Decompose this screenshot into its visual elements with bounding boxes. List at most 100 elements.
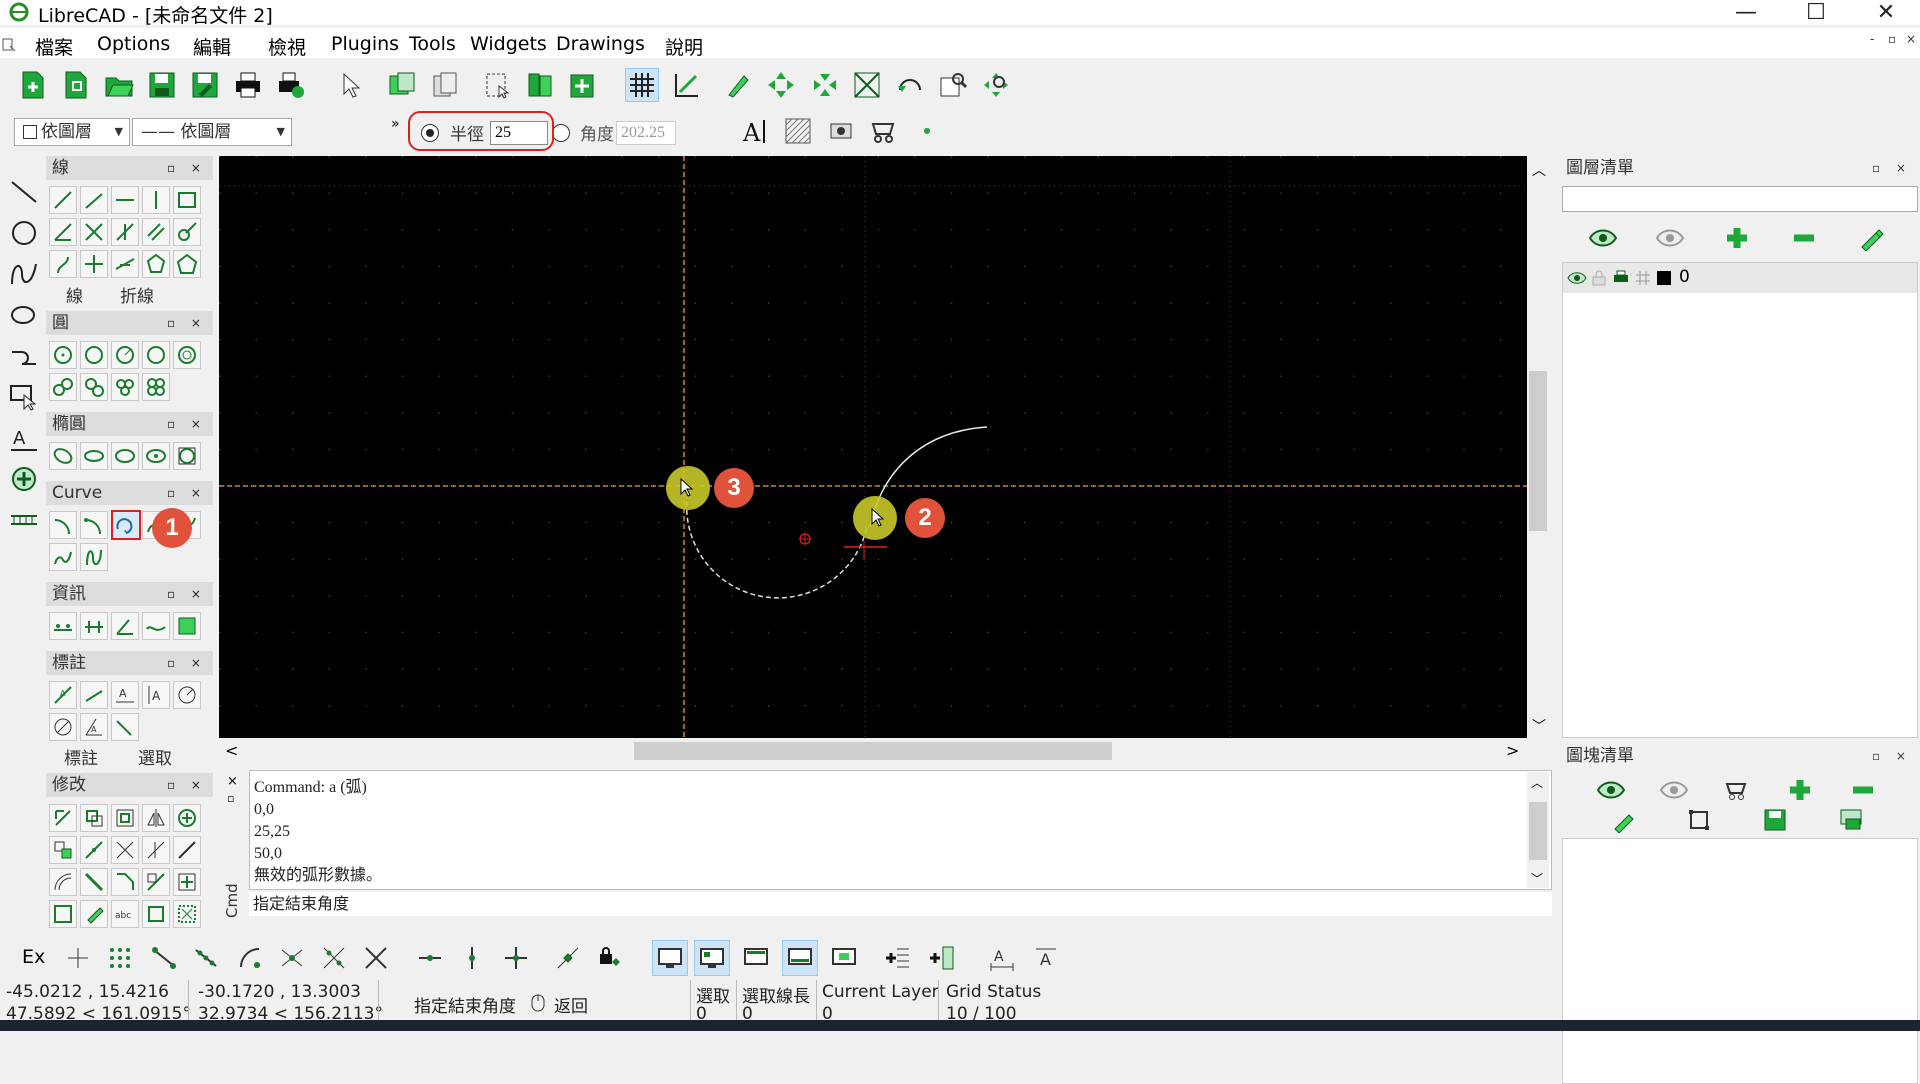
edit-layer-icon[interactable] [1851, 222, 1891, 254]
block-insert-icon[interactable] [566, 68, 600, 102]
panel-float-close-buttons[interactable]: ▫ × [167, 156, 207, 180]
remove-layer-icon[interactable] [1784, 222, 1824, 254]
panel-float-close-buttons[interactable]: ▫ × [167, 481, 207, 505]
insert-block-icon[interactable] [1831, 804, 1871, 836]
hide-all-layers-icon[interactable] [1650, 222, 1690, 254]
horizontal-scrollbar[interactable]: < > [219, 740, 1549, 762]
modify-fillet-icon[interactable] [142, 868, 170, 896]
menu-drawings[interactable]: Drawings [556, 33, 645, 55]
zoom-window-icon[interactable] [936, 68, 970, 102]
layer-visible-icon[interactable] [1567, 270, 1587, 286]
select-window-icon[interactable] [480, 68, 514, 102]
curve-category-icon[interactable] [6, 256, 42, 292]
panel-float-close-buttons[interactable]: ▫ × [1872, 156, 1912, 180]
dim-horizontal-icon[interactable]: A [111, 681, 139, 709]
point-tool-icon[interactable] [910, 114, 944, 148]
tab-polyline[interactable]: 折線 [120, 282, 154, 307]
dim-leader-icon[interactable] [111, 713, 139, 741]
zoom-auto-icon[interactable] [850, 68, 884, 102]
tab-dimension[interactable]: 標註 [64, 744, 98, 769]
remove-block-icon[interactable] [1843, 774, 1883, 806]
modify-rotate-icon[interactable] [80, 804, 108, 832]
circle-3points-icon[interactable] [111, 341, 139, 369]
save-icon[interactable] [145, 68, 179, 102]
line-cross-icon[interactable] [80, 250, 108, 278]
vertical-scrollbar[interactable]: ︿ ﹀ [1527, 156, 1549, 738]
modify-properties-icon[interactable] [49, 900, 77, 928]
line-horizontal-icon[interactable] [111, 186, 139, 214]
horizontal-scroll-thumb[interactable] [634, 742, 1112, 760]
polyline-category-icon[interactable] [6, 338, 42, 374]
modify-attributes-icon[interactable] [80, 900, 108, 928]
panel-float-close-buttons[interactable]: ▫ × [1872, 744, 1912, 768]
dim-angular-icon[interactable]: A [80, 713, 108, 741]
hatch-tool-icon[interactable] [781, 114, 815, 148]
drawing-canvas[interactable]: 3 2 [219, 156, 1527, 738]
print-icon[interactable] [231, 68, 265, 102]
menu-edit[interactable]: 編輯 [193, 33, 231, 60]
ellipse-axis-icon[interactable] [49, 442, 77, 470]
cut-icon[interactable] [385, 68, 419, 102]
restrict-vertical-icon[interactable] [454, 940, 490, 976]
arc-tangential-icon[interactable] [111, 510, 141, 540]
ellipse-arc-icon[interactable] [80, 442, 108, 470]
view-display-2-icon[interactable] [694, 940, 730, 976]
arc-center-icon[interactable] [49, 511, 77, 539]
view-display-icon[interactable] [652, 940, 688, 976]
vertical-scroll-thumb[interactable] [1529, 371, 1547, 531]
table-row[interactable]: 0 [1563, 263, 1917, 293]
toolbar-extension-button[interactable]: » [391, 116, 400, 132]
menu-options[interactable]: Options [97, 33, 170, 55]
angle-input[interactable]: 202.25 [616, 121, 676, 145]
menu-widgets[interactable]: Widgets [470, 33, 547, 55]
freehand-curve-icon[interactable] [49, 543, 77, 571]
add-block-icon[interactable] [1780, 774, 1820, 806]
command-dock-close-icon[interactable]: × [227, 774, 238, 789]
circle-tangent-icon[interactable] [173, 341, 201, 369]
circle-radius-icon[interactable] [142, 341, 170, 369]
circle-2points-icon[interactable] [80, 341, 108, 369]
modify-category-icon[interactable] [6, 461, 42, 497]
modify-bevel-icon[interactable] [80, 836, 108, 864]
color-combo[interactable]: 依圖層 ▼ [14, 118, 130, 146]
save-block-icon[interactable] [1755, 804, 1795, 836]
snap-endpoint-icon[interactable] [146, 940, 182, 976]
view-display-3-icon[interactable] [738, 940, 774, 976]
line-orthogonal-icon[interactable] [111, 218, 139, 246]
menu-help[interactable]: 說明 [665, 33, 703, 60]
layer-lock-icon[interactable] [1591, 270, 1607, 286]
modify-lengthen-icon[interactable] [173, 836, 201, 864]
menu-plugins[interactable]: Plugins [331, 33, 399, 55]
line-angle-icon[interactable] [80, 186, 108, 214]
modify-offset-icon[interactable] [49, 868, 77, 896]
linetype-combo[interactable]: —— 依圖層 ▼ [132, 118, 292, 146]
info-angle-icon[interactable] [111, 612, 139, 640]
copy-icon[interactable] [428, 68, 462, 102]
line-relative-angle-icon[interactable] [173, 218, 201, 246]
modify-delete-icon[interactable] [173, 900, 201, 928]
line-parallel-icon[interactable] [142, 218, 170, 246]
snap-grid-icon[interactable] [102, 940, 138, 976]
ellipse-foci-icon[interactable] [111, 442, 139, 470]
snap-on-entity-icon[interactable] [188, 940, 224, 976]
dim-radial-icon[interactable] [173, 681, 201, 709]
line-category-icon[interactable] [6, 174, 42, 210]
zoom-pan-icon[interactable] [979, 68, 1013, 102]
command-scrollbar[interactable]: ︿ ﹀ [1527, 772, 1549, 888]
print-preview-icon[interactable] [274, 68, 308, 102]
modify-divide-icon[interactable] [173, 868, 201, 896]
snap-center-icon[interactable] [232, 940, 268, 976]
snap-intersection-icon[interactable] [358, 940, 394, 976]
zoom-out-icon[interactable] [808, 68, 842, 102]
add-layer-icon[interactable] [1717, 222, 1757, 254]
tab-select[interactable]: 選取 [138, 744, 172, 769]
new-file-icon[interactable] [16, 68, 50, 102]
hide-all-blocks-icon[interactable] [1654, 774, 1694, 806]
new-from-template-icon[interactable] [59, 68, 93, 102]
panel-float-close-buttons[interactable]: ▫ × [167, 773, 207, 797]
open-file-icon[interactable] [102, 68, 136, 102]
zoom-previous-icon[interactable] [893, 68, 927, 102]
minimize-button[interactable]: — [1717, 0, 1775, 25]
zoom-in-icon[interactable] [764, 68, 798, 102]
info-total-length-icon[interactable] [142, 612, 170, 640]
